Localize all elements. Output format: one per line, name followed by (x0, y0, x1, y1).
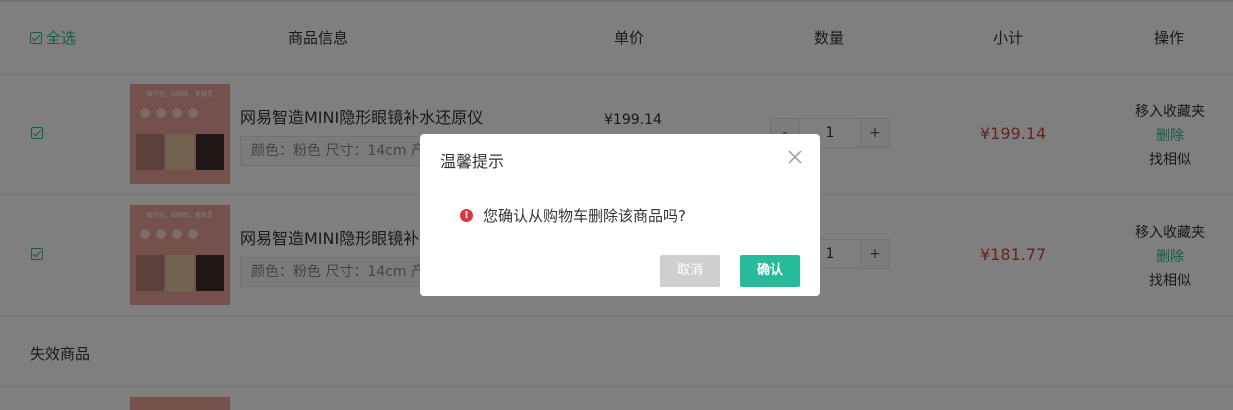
dialog-message: ! 您确认从购物车删除该商品吗? (460, 205, 686, 226)
confirm-button[interactable]: 确认 (740, 255, 800, 287)
cart-page: 全选 商品信息 单价 数量 小计 操作 敏于症，因彻底，更极灵 网易智造MINI… (0, 0, 1233, 410)
cancel-button[interactable]: 取消 (660, 255, 720, 287)
close-icon[interactable] (786, 148, 804, 166)
warning-icon: ! (460, 209, 473, 222)
confirm-dialog: 温馨提示 ! 您确认从购物车删除该商品吗? 取消 确认 (420, 134, 820, 296)
dialog-message-text: 您确认从购物车删除该商品吗? (483, 207, 686, 225)
dialog-title: 温馨提示 (440, 152, 505, 171)
